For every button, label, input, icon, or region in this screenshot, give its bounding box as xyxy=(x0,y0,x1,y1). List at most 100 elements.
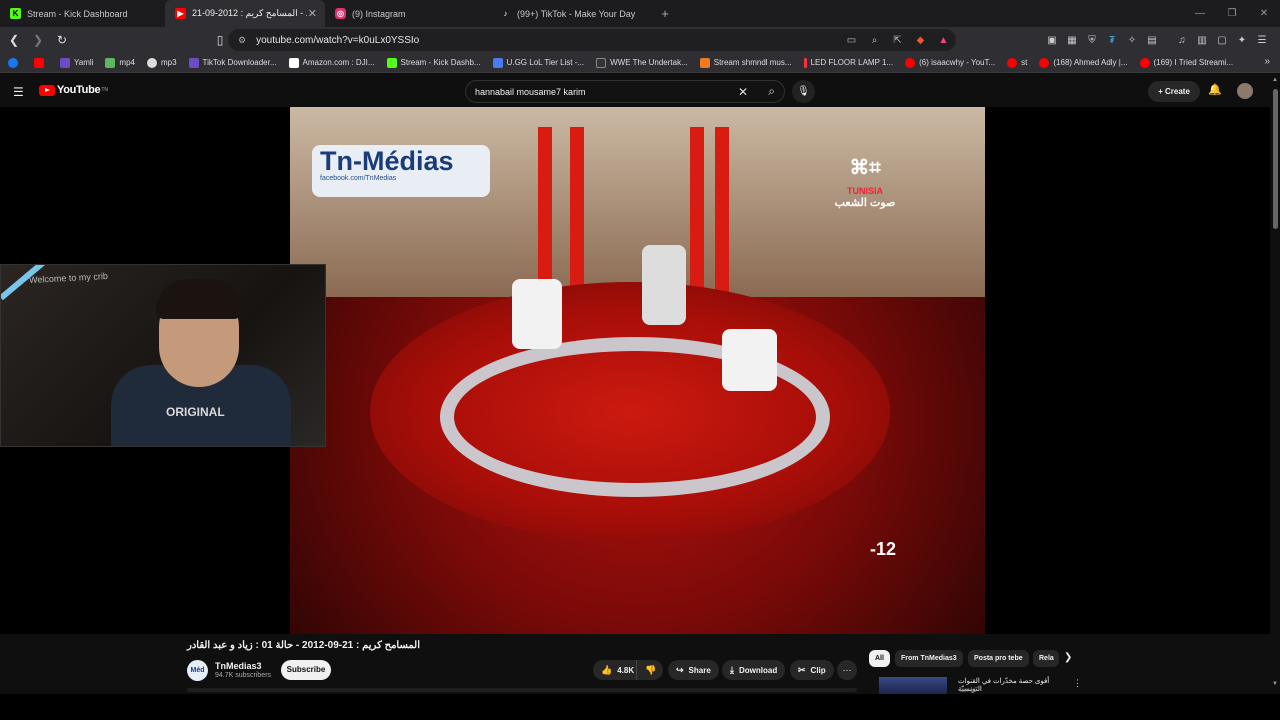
bookmark-item[interactable]: TikTok Downloader... xyxy=(188,57,277,68)
avatar[interactable] xyxy=(1237,83,1253,99)
kick-icon: K xyxy=(10,8,21,19)
chip-posta-pro-tebe[interactable]: Posta pro tebe xyxy=(968,650,1029,667)
menu-icon[interactable]: ☰ xyxy=(1252,35,1272,46)
video-frame[interactable]: Tn-Médias facebook.com/TnMedias ⌘⌗ TUNIS… xyxy=(290,107,985,634)
search-query: hannabail mousame7 karim xyxy=(475,86,586,97)
site-info-icon[interactable]: ⚙ xyxy=(238,35,246,46)
new-tab-button[interactable]: + xyxy=(655,6,675,21)
clip-button[interactable]: ✂ Clip xyxy=(790,660,834,680)
tab-youtube-video[interactable]: ▶ المسامح كريم : 2012-09-21 - ... ✕ xyxy=(165,0,325,27)
address-bar-row: ❮ ❯ ↻ ▯ ⚙ youtube.com/watch?v=k0uLx0YSSI… xyxy=(0,27,1280,53)
sidebar-icon[interactable]: ▥ xyxy=(1192,35,1212,46)
webcam-overlay: Welcome to my crib ORIGINAL xyxy=(0,264,326,447)
dislike-button[interactable]: 👎 xyxy=(637,660,663,680)
reload-icon[interactable]: ↻ xyxy=(52,33,72,47)
facebook-bookmark[interactable] xyxy=(8,57,22,68)
description-box[interactable] xyxy=(187,688,857,692)
bookmark-item[interactable]: U.GG LoL Tier List -... xyxy=(492,57,584,68)
zoom-icon[interactable]: ⌕ xyxy=(863,35,886,46)
wallet-icon[interactable]: ▢ xyxy=(1212,35,1232,46)
bookmark-item[interactable]: mp4 xyxy=(105,57,135,68)
puzzle-icon[interactable]: ✧ xyxy=(1122,35,1142,46)
notifications-icon[interactable]: 🔔 xyxy=(1208,83,1222,96)
minimize-icon[interactable]: — xyxy=(1184,0,1216,27)
tab-kick-dashboard[interactable]: K Stream - Kick Dashboard xyxy=(0,0,165,27)
bookmark-item[interactable]: Stream - Kick Dashb... xyxy=(386,57,481,68)
brave-rewards-icon[interactable]: ▲ xyxy=(932,35,955,46)
like-button[interactable]: 👍 4.8K xyxy=(593,660,637,680)
tab-instagram[interactable]: ◎ (9) Instagram xyxy=(325,0,490,27)
extension-icon[interactable]: ▣ xyxy=(1042,35,1062,46)
extensions-bar: ▣ ▦ ⛨ ₮ ✧ ▤ ♫ ▥ ▢ ✦ ☰ xyxy=(1042,27,1272,53)
brave-shield-icon[interactable]: ◆ xyxy=(909,35,932,46)
bookmark-item[interactable]: WWE The Undertak... xyxy=(596,57,688,68)
studio-desk xyxy=(512,279,562,349)
video-player[interactable]: Tn-Médias facebook.com/TnMedias ⌘⌗ TUNIS… xyxy=(0,107,1270,634)
close-window-icon[interactable]: ✕ xyxy=(1248,0,1280,27)
scroll-up-icon[interactable]: ▲ xyxy=(1272,77,1278,83)
cast-icon[interactable]: ▭ xyxy=(840,35,863,46)
hamburger-menu-icon[interactable]: ☰ xyxy=(13,85,24,99)
voice-search-icon[interactable]: 🎙 xyxy=(792,80,815,103)
create-button[interactable]: + Create xyxy=(1148,81,1200,102)
bookmark-item[interactable]: (169) I Tried Streami... xyxy=(1139,57,1233,68)
maximize-icon[interactable]: ❐ xyxy=(1216,0,1248,27)
share-button[interactable]: ↪ Share xyxy=(668,660,719,680)
close-tab-icon[interactable]: ✕ xyxy=(308,7,317,20)
bookmark-favicon xyxy=(596,57,607,68)
share-page-icon[interactable]: ⇱ xyxy=(886,35,909,46)
search-input[interactable]: hannabail mousame7 karim ✕ ⌕ xyxy=(465,80,785,103)
bookmark-item[interactable]: Amazon.com : DJI... xyxy=(288,57,375,68)
related-video-thumbnail[interactable] xyxy=(879,677,947,694)
chevron-right-icon[interactable]: ❯ xyxy=(1064,652,1072,663)
extension-icon[interactable]: ▦ xyxy=(1062,35,1082,46)
more-bookmarks-icon[interactable]: » xyxy=(1264,56,1270,67)
thumbs-up-icon: 👍 xyxy=(601,664,613,675)
extension-icon[interactable]: ₮ xyxy=(1102,35,1122,46)
subscribe-button[interactable]: Subscribe xyxy=(281,660,331,680)
bookmark-favicon xyxy=(1039,57,1050,68)
streamer-hair xyxy=(156,279,242,319)
bookmark-item[interactable]: (168) Ahmed Adly |... xyxy=(1039,57,1128,68)
bookmark-item[interactable]: (6) isaacwhy - YouT... xyxy=(905,57,995,68)
more-actions-icon[interactable]: ⋯ xyxy=(837,660,857,680)
chip-all[interactable]: All xyxy=(869,650,890,667)
download-button[interactable]: ⤓ Download xyxy=(722,660,786,680)
bookmark-item[interactable]: Yamli xyxy=(60,57,93,68)
channel-name[interactable]: TnMedias3 xyxy=(215,661,262,671)
back-icon[interactable]: ❮ xyxy=(4,33,24,47)
forward-icon[interactable]: ❯ xyxy=(28,33,48,47)
scrollbar-thumb[interactable] xyxy=(1273,89,1278,229)
scroll-down-icon[interactable]: ▼ xyxy=(1272,681,1278,687)
bookmark-favicon xyxy=(1007,57,1018,68)
chip-related[interactable]: Rela xyxy=(1033,650,1059,667)
music-icon[interactable]: ♫ xyxy=(1172,35,1192,46)
channel-logo-mark: ⌘⌗ xyxy=(849,157,881,179)
thumbs-down-icon: 👎 xyxy=(645,664,657,675)
youtube-bookmark[interactable] xyxy=(34,57,48,68)
bookmark-icon[interactable]: ▯ xyxy=(210,33,230,47)
window-controls: — ❐ ✕ xyxy=(1184,0,1280,27)
youtube-logo[interactable]: YouTube TN xyxy=(39,84,108,96)
bookmark-favicon xyxy=(105,57,116,68)
bookmark-item[interactable]: Stream shmndl mus... xyxy=(699,57,792,68)
page-scrollbar[interactable]: ▲ ▼ xyxy=(1271,73,1280,693)
bookmark-item[interactable]: st xyxy=(1007,57,1027,68)
facebook-icon xyxy=(8,57,18,68)
bookmark-item[interactable]: LED FLOOR LAMP 1... xyxy=(803,57,893,68)
bookmark-favicon xyxy=(288,57,299,68)
bookmark-favicon xyxy=(905,57,916,68)
chip-from-channel[interactable]: From TnMedias3 xyxy=(895,650,963,667)
bookmark-favicon xyxy=(1139,57,1150,68)
channel-logo-country: TUNISIA xyxy=(847,186,883,196)
shield-icon[interactable]: ⛨ xyxy=(1082,35,1102,46)
extension-icon[interactable]: ▤ xyxy=(1142,35,1162,46)
search-icon[interactable]: ⌕ xyxy=(768,84,775,99)
channel-avatar[interactable]: Méd xyxy=(187,660,208,681)
leo-icon[interactable]: ✦ xyxy=(1232,35,1252,46)
bookmark-favicon xyxy=(60,57,70,68)
tab-tiktok[interactable]: ♪ (99+) TikTok - Make Your Day xyxy=(490,0,655,27)
clear-search-icon[interactable]: ✕ xyxy=(738,85,748,99)
related-more-icon[interactable]: ⋮ xyxy=(1073,678,1082,689)
bookmark-item[interactable]: mp3 xyxy=(146,57,177,68)
